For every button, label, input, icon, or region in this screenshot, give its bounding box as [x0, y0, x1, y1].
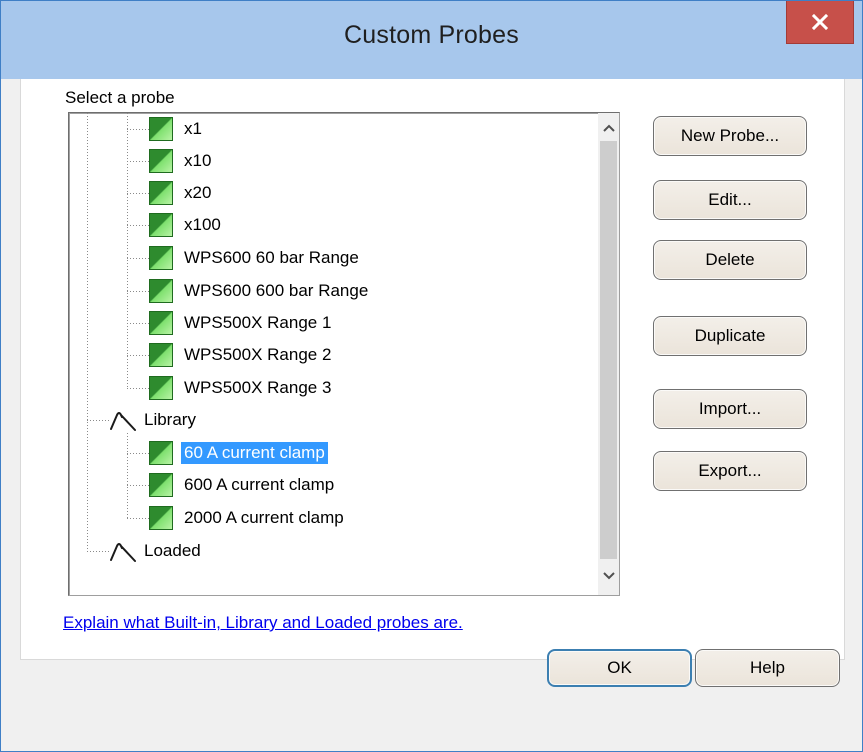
- scroll-up-button[interactable]: [598, 117, 619, 139]
- probe-types-help-link[interactable]: Explain what Built-in, Library and Loade…: [63, 613, 463, 633]
- probe-group-icon: [110, 412, 136, 431]
- tree-item-label: x10: [184, 151, 212, 170]
- delete-button[interactable]: Delete: [653, 240, 807, 280]
- tree-item-wps500x-range-3[interactable]: WPS500X Range 3: [149, 373, 334, 403]
- probe-icon: [149, 441, 173, 465]
- export-button[interactable]: Export...: [653, 451, 807, 491]
- import-button[interactable]: Import...: [653, 389, 807, 429]
- tree-item-x1[interactable]: x1: [149, 114, 205, 144]
- tree-item-label: 60 A current clamp: [181, 442, 328, 464]
- tree-item-label: 600 A current clamp: [184, 475, 335, 494]
- probe-icon: [149, 149, 173, 173]
- tree-group-library[interactable]: Library: [109, 405, 199, 435]
- tree-group-loaded[interactable]: Loaded: [109, 536, 204, 566]
- probe-icon: [149, 213, 173, 237]
- tree-item-x100[interactable]: x100: [149, 210, 224, 240]
- tree-item-wps600-60-bar[interactable]: WPS600 60 bar Range: [149, 243, 362, 273]
- tree-item-label: WPS500X Range 3: [184, 378, 332, 397]
- edit-button[interactable]: Edit...: [653, 180, 807, 220]
- probe-icon: [149, 343, 173, 367]
- select-probe-label: Select a probe: [65, 88, 175, 107]
- tree-item-label: x20: [184, 183, 212, 202]
- close-icon: [812, 14, 828, 30]
- probe-icon: [149, 376, 173, 400]
- chevron-down-icon: [602, 572, 615, 580]
- scroll-thumb[interactable]: [600, 141, 617, 559]
- tree-item-2000a-current-clamp[interactable]: 2000 A current clamp: [149, 503, 347, 533]
- new-probe-button[interactable]: New Probe...: [653, 116, 807, 156]
- probe-icon: [149, 311, 173, 335]
- tree-item-label: WPS500X Range 2: [184, 345, 332, 364]
- probe-icon: [149, 117, 173, 141]
- tree-item-label: 2000 A current clamp: [184, 508, 344, 527]
- tree-item-label: x100: [184, 215, 221, 234]
- dialog-body: Select a probe x1 x10 x20 x100 WPS600 60…: [12, 79, 851, 735]
- tree-item-600a-current-clamp[interactable]: 600 A current clamp: [149, 470, 337, 500]
- tree-item-wps500x-range-1[interactable]: WPS500X Range 1: [149, 308, 334, 338]
- close-button[interactable]: [786, 1, 854, 44]
- duplicate-button[interactable]: Duplicate: [653, 316, 807, 356]
- tree-item-wps600-600-bar[interactable]: WPS600 600 bar Range: [149, 276, 371, 306]
- tree-item-label: Library: [144, 410, 196, 429]
- tree-item-label: WPS600 60 bar Range: [184, 248, 359, 267]
- tree-item-60a-current-clamp[interactable]: 60 A current clamp: [149, 438, 328, 468]
- window-title: Custom Probes: [344, 21, 519, 49]
- content-area: Select a probe x1 x10 x20 x100 WPS600 60…: [20, 79, 845, 660]
- chevron-up-icon: [602, 124, 615, 132]
- title-bar[interactable]: Custom Probes: [1, 1, 862, 79]
- custom-probes-dialog: Custom Probes Select a probe x1 x10 x20 …: [0, 0, 863, 752]
- probe-group-icon: [110, 543, 136, 562]
- tree-item-label: WPS500X Range 1: [184, 313, 332, 332]
- probe-icon: [149, 181, 173, 205]
- tree-item-x10[interactable]: x10: [149, 146, 214, 176]
- scroll-down-button[interactable]: [598, 565, 619, 587]
- tree-item-label: WPS600 600 bar Range: [184, 281, 369, 300]
- probe-icon: [149, 506, 173, 530]
- tree-item-label: Loaded: [144, 541, 201, 560]
- probe-icon: [149, 473, 173, 497]
- probe-icon: [149, 246, 173, 270]
- tree-item-x20[interactable]: x20: [149, 178, 214, 208]
- probe-icon: [149, 279, 173, 303]
- ok-button[interactable]: OK: [547, 649, 692, 687]
- tree-item-label: x1: [184, 119, 202, 138]
- help-button[interactable]: Help: [695, 649, 840, 687]
- tree-item-wps500x-range-2[interactable]: WPS500X Range 2: [149, 340, 334, 370]
- probe-tree[interactable]: x1 x10 x20 x100 WPS600 60 bar Range WPS6…: [68, 112, 620, 596]
- tree-scrollbar[interactable]: [598, 113, 619, 595]
